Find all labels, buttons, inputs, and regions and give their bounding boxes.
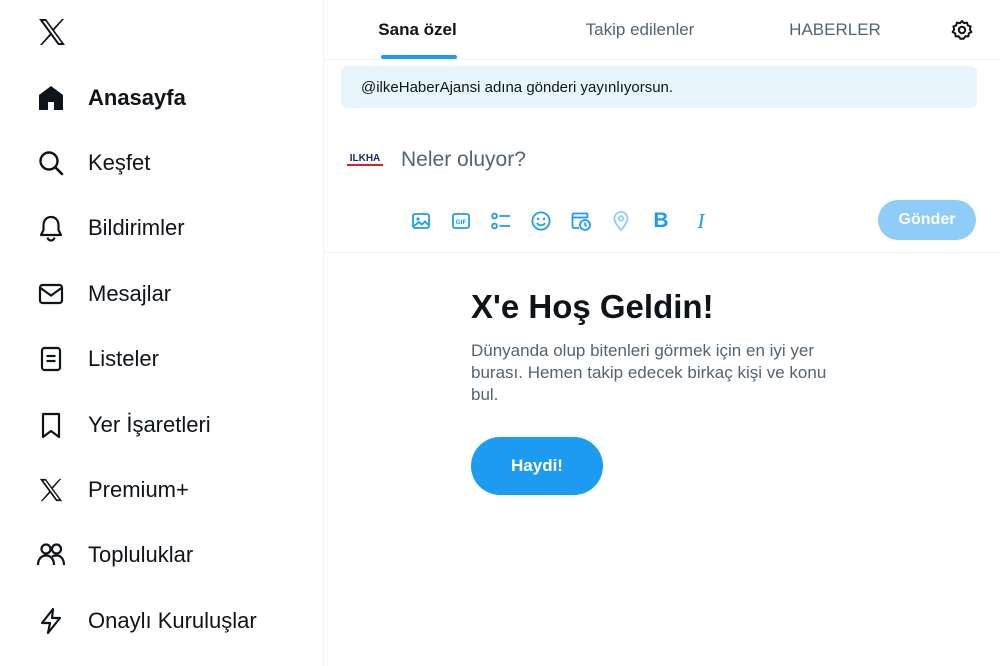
search-icon [36, 148, 66, 178]
poll-icon[interactable] [481, 204, 521, 238]
sidebar-item-label: Listeler [88, 346, 159, 371]
home-icon [36, 83, 66, 113]
tab-haberler[interactable]: HABERLER [745, 0, 925, 60]
tab-following[interactable]: Takip edilenler [540, 0, 740, 60]
sidebar-item-premium[interactable]: Premium+ [24, 464, 201, 516]
gear-icon[interactable] [946, 14, 978, 46]
sidebar-item-home[interactable]: Anasayfa [24, 72, 198, 124]
tab-for-you[interactable]: Sana özel [325, 0, 510, 60]
bold-icon[interactable]: B [641, 204, 681, 238]
people-icon [36, 540, 66, 570]
list-icon [36, 344, 66, 374]
tab-label: Sana özel [378, 20, 457, 39]
lightning-icon [36, 606, 66, 636]
sidebar-item-communities[interactable]: Topluluklar [24, 529, 205, 581]
divider [325, 252, 1000, 253]
active-tab-indicator [381, 55, 457, 59]
schedule-icon[interactable] [561, 204, 601, 238]
posting-as-notice: @ilkeHaberAjansi adına gönderi yayınlıyo… [341, 66, 977, 108]
main-column: Sana özel Takip edilenler HABERLER @ilke… [325, 0, 1000, 666]
post-button[interactable]: Gönder [878, 200, 976, 240]
envelope-icon [36, 279, 66, 309]
get-started-button[interactable]: Haydi! [471, 437, 603, 495]
avatar[interactable]: ILKHA [343, 146, 387, 172]
notice-text: @ilkeHaberAjansi adına gönderi yayınlıyo… [361, 78, 674, 96]
bell-icon [36, 213, 66, 243]
sidebar-item-bookmarks[interactable]: Yer İşaretleri [24, 399, 223, 451]
sidebar-item-messages[interactable]: Mesajlar [24, 268, 183, 320]
emoji-icon[interactable] [521, 204, 561, 238]
svg-text:GIF: GIF [456, 219, 467, 226]
sidebar-item-label: Bildirimler [88, 215, 185, 240]
welcome-text: Dünyanda olup bitenleri görmek için en i… [471, 341, 827, 404]
sidebar-item-label: Yer İşaretleri [88, 412, 211, 437]
sidebar: Anasayfa Keşfet Bildirimler Mesajlar Lis… [0, 0, 324, 666]
sidebar-item-lists[interactable]: Listeler [24, 333, 171, 385]
gif-icon[interactable]: GIF [441, 204, 481, 238]
image-icon[interactable] [401, 204, 441, 238]
welcome-title: X'e Hoş Geldin! [471, 288, 714, 325]
location-icon[interactable] [601, 204, 641, 238]
composer-toolbar: GIF B I [401, 204, 721, 238]
sidebar-item-label: Keşfet [88, 150, 151, 175]
x-logo-icon[interactable] [34, 14, 70, 50]
italic-icon[interactable]: I [681, 204, 721, 238]
sidebar-item-explore[interactable]: Keşfet [24, 137, 162, 189]
bookmark-icon [36, 410, 66, 440]
compose-input[interactable] [401, 140, 961, 180]
sidebar-item-label: Topluluklar [88, 542, 194, 567]
tab-label: HABERLER [789, 20, 881, 39]
tab-label: Takip edilenler [585, 20, 695, 39]
sidebar-item-verified-orgs[interactable]: Onaylı Kuruluşlar [24, 595, 269, 647]
avatar-logo-text: ILKHA [350, 153, 381, 164]
sidebar-item-label: Anasayfa [88, 85, 186, 110]
sidebar-item-label: Premium+ [88, 477, 189, 502]
sidebar-item-label: Mesajlar [88, 281, 172, 306]
x-logo-icon [36, 475, 66, 505]
timeline-tabs: Sana özel Takip edilenler HABERLER [325, 0, 1000, 60]
sidebar-item-label: Onaylı Kuruluşlar [88, 608, 257, 633]
sidebar-item-notifications[interactable]: Bildirimler [24, 202, 197, 254]
